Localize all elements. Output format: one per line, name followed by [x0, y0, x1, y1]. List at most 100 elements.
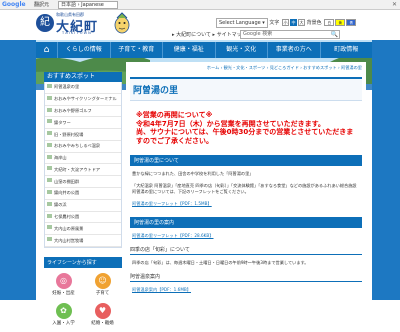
sidebar-item-label: 錦向井の公園 [54, 190, 80, 196]
spot-thumbnail [47, 154, 52, 159]
sidebar-item-label: おおみやサイクリングターミナル [54, 96, 117, 102]
sidebar-item[interactable]: 大紀町・大淀アウトドア [45, 164, 121, 177]
childcare-icon: ☺ [94, 272, 111, 289]
mascot-illustration [112, 12, 132, 34]
town-emblem-icon: 紀 [36, 14, 54, 32]
header-links[interactable]: ▸ 大紀町について ▸ サイトマップ [172, 31, 247, 38]
nav-item-business[interactable]: 事業者の方へ [268, 42, 321, 58]
sidebar-item-label: 錦タワー [54, 119, 71, 125]
nav-item-childcare[interactable]: 子育て・教育 [111, 42, 163, 58]
school-icon: ✿ [55, 302, 72, 319]
nav-item-health[interactable]: 健康・福祉 [163, 42, 216, 58]
nav-item-tourism[interactable]: 観光・文化 [216, 42, 268, 58]
shop-paragraph: 四季の店「旬彩」は、毎週木曜日・土曜日・日曜日の午前9時～午後3時まで営業してい… [132, 259, 309, 265]
spot-thumbnail [47, 166, 52, 171]
about-paragraph-2: 「大紀温泉 阿曽温泉」「産地直売 四季の店（旬彩）」「交流体験館」「あすなろ食堂… [132, 182, 357, 195]
reopening-notice: ※営業の再開について※ 令和4年7月7日（木）から営業を再開させていただきます。… [136, 111, 354, 145]
sidebar-item[interactable]: 海岸山 [45, 153, 121, 165]
sidebar-item-label: 海岸山 [54, 155, 67, 161]
spot-thumbnail [47, 95, 52, 100]
sidebar-item-label: 大紀町・大淀アウトドア [54, 166, 101, 172]
bg-white-button[interactable]: 白 [324, 19, 335, 26]
global-nav: ⌂ くらしの情報 子育て・教育 健康・福祉 観光・文化 事業者の方へ 町政情報 [36, 42, 372, 58]
right-border-decoration [372, 40, 400, 300]
font-medium-button[interactable]: 中 [290, 19, 297, 26]
sidebar-item[interactable]: 七保農村公園 [45, 212, 121, 224]
font-size-label: 文字 [269, 20, 280, 26]
google-translate-bar: Google 翻訳元 日本語 › Japanese ✕ [0, 0, 400, 10]
search-placeholder: Google 検索 [243, 31, 273, 37]
about-paragraph-1: 豊かな緑につつまれた、田舎の中学校を利用した「阿曽湯の里」 [132, 171, 254, 176]
left-sidebar: おすすめスポット 阿曽温泉の里 おおみやサイクリングターミナル おおみや野原ゴル… [44, 72, 122, 332]
spot-thumbnail [47, 213, 52, 218]
site-logo[interactable]: 紀 和歌山県有田郡 大紀町 T A I K I T O W N [36, 12, 108, 36]
sidebar-item-label: 阿曽温泉の里 [54, 84, 80, 90]
subheading-shop: 四季の店「旬彩」について [130, 246, 362, 255]
background-color-label: 背景色 [306, 20, 322, 26]
life-scene-label: 妊娠・出産 [52, 290, 75, 296]
life-scene-label: 入園・入学 [52, 320, 75, 326]
bg-yellow-button[interactable]: 黄 [335, 19, 346, 26]
sidebar-item[interactable]: 大内山の原風景 [45, 223, 121, 236]
sidebar-item[interactable]: 錦向井の公園 [45, 188, 121, 200]
sidebar-item-label: おおみや野原ゴルフ [54, 107, 92, 113]
sidebar-item-label: 山窪の棚田群 [54, 178, 80, 184]
sidebar-item[interactable]: おおみや野原ゴルフ [45, 106, 121, 118]
spot-thumbnail [47, 142, 52, 147]
spot-thumbnail [47, 190, 52, 195]
sidebar-item[interactable]: 旧・野原村役場 [45, 129, 121, 141]
spot-thumbnail [47, 84, 52, 88]
breadcrumb[interactable]: ホーム › 観光・文化・スポーツ › 見どころガイド › おすすめスポット › … [126, 62, 366, 71]
nav-item-life[interactable]: くらしの情報 [58, 42, 111, 58]
guide-pdf-link[interactable]: 阿曽湯の里リーフレット【PDF：28.6KB】 [132, 233, 360, 239]
translate-source-label: 翻訳元 [34, 2, 50, 8]
nav-home-icon[interactable]: ⌂ [36, 42, 58, 58]
life-scene-marriage[interactable]: ♥ 結婚・離婚 [83, 300, 122, 330]
life-scene-label: 結婚・離婚 [91, 320, 114, 326]
section-heading-guide: 阿曽湯の里の案内 [130, 216, 362, 228]
section-heading-about: 阿曽湯の里について [130, 155, 362, 166]
bg-blue-button[interactable]: 青 [346, 19, 357, 26]
sidebar-item[interactable]: 大内山村営牧場 [45, 235, 121, 247]
sidebar-list: 阿曽温泉の里 おおみやサイクリングターミナル おおみや野原ゴルフ 錦タワー 旧・… [44, 82, 122, 248]
sidebar-item-label: 大内山の原風景 [54, 225, 84, 231]
sidebar-item[interactable]: 錦の浜 [45, 200, 121, 212]
leaflet-pdf-link[interactable]: 阿曽湯の里リーフレット【PDF：1.5MB】 [132, 201, 360, 207]
font-small-button[interactable]: 小 [282, 19, 289, 26]
sidebar-item[interactable]: 錦タワー [45, 117, 121, 130]
sidebar-item[interactable]: おおみやサイクリングターミナル [45, 94, 121, 106]
close-icon[interactable]: ✕ [392, 0, 397, 10]
sidebar-item-label: 大内山村営牧場 [54, 237, 84, 243]
main-content: ホーム › 観光・文化・スポーツ › 見どころガイド › おすすめスポット › … [126, 62, 366, 300]
nav-item-government[interactable]: 町政情報 [321, 42, 373, 58]
sidebar-item[interactable]: 山窪の棚田群 [45, 176, 121, 189]
sidebar-item-label: 七保農村公園 [54, 213, 80, 219]
subheading-onsen: 阿曽温泉案内 [130, 273, 362, 282]
sidebar-heading: おすすめスポット [44, 72, 122, 82]
font-large-button[interactable]: 大 [298, 19, 305, 26]
sidebar-item[interactable]: おおみやみちしるべ温泉 [45, 141, 121, 153]
spot-thumbnail [47, 131, 52, 136]
page-title: 阿曽湯の里 [130, 77, 362, 101]
spot-thumbnail [47, 201, 52, 206]
marriage-icon: ♥ [94, 302, 111, 319]
pregnancy-icon: ◎ [55, 272, 72, 289]
sidebar-item-label: おおみやみちしるべ温泉 [54, 143, 101, 149]
utility-controls: Select Language ▾ 文字 小中大 背景色 白黄青 [216, 18, 357, 28]
sidebar-item[interactable]: 阿曽温泉の里 [45, 82, 121, 94]
select-language-dropdown[interactable]: Select Language ▾ [216, 18, 268, 28]
translate-language-select[interactable]: 日本語 › Japanese [58, 1, 118, 9]
onsen-pdf-link[interactable]: 阿曽温泉案内【PDF：1.6MB】 [132, 287, 360, 293]
life-scene-pregnancy[interactable]: ◎ 妊娠・出産 [44, 270, 83, 300]
left-border-decoration [0, 40, 36, 300]
spot-thumbnail [47, 225, 52, 230]
sidebar-item-label: 錦の浜 [54, 202, 67, 208]
life-scene-childcare[interactable]: ☺ 子育て [83, 270, 122, 300]
search-input[interactable]: Google 検索 🔍 [240, 30, 340, 39]
life-scene-heading: ライフシーンから探す [44, 256, 122, 268]
google-logo: Google [2, 1, 26, 8]
life-scene-school[interactable]: ✿ 入園・入学 [44, 300, 83, 330]
spot-thumbnail [47, 107, 52, 112]
search-icon[interactable]: 🔍 [331, 31, 338, 38]
logo-romanized: T A I K I T O W N [62, 31, 91, 35]
